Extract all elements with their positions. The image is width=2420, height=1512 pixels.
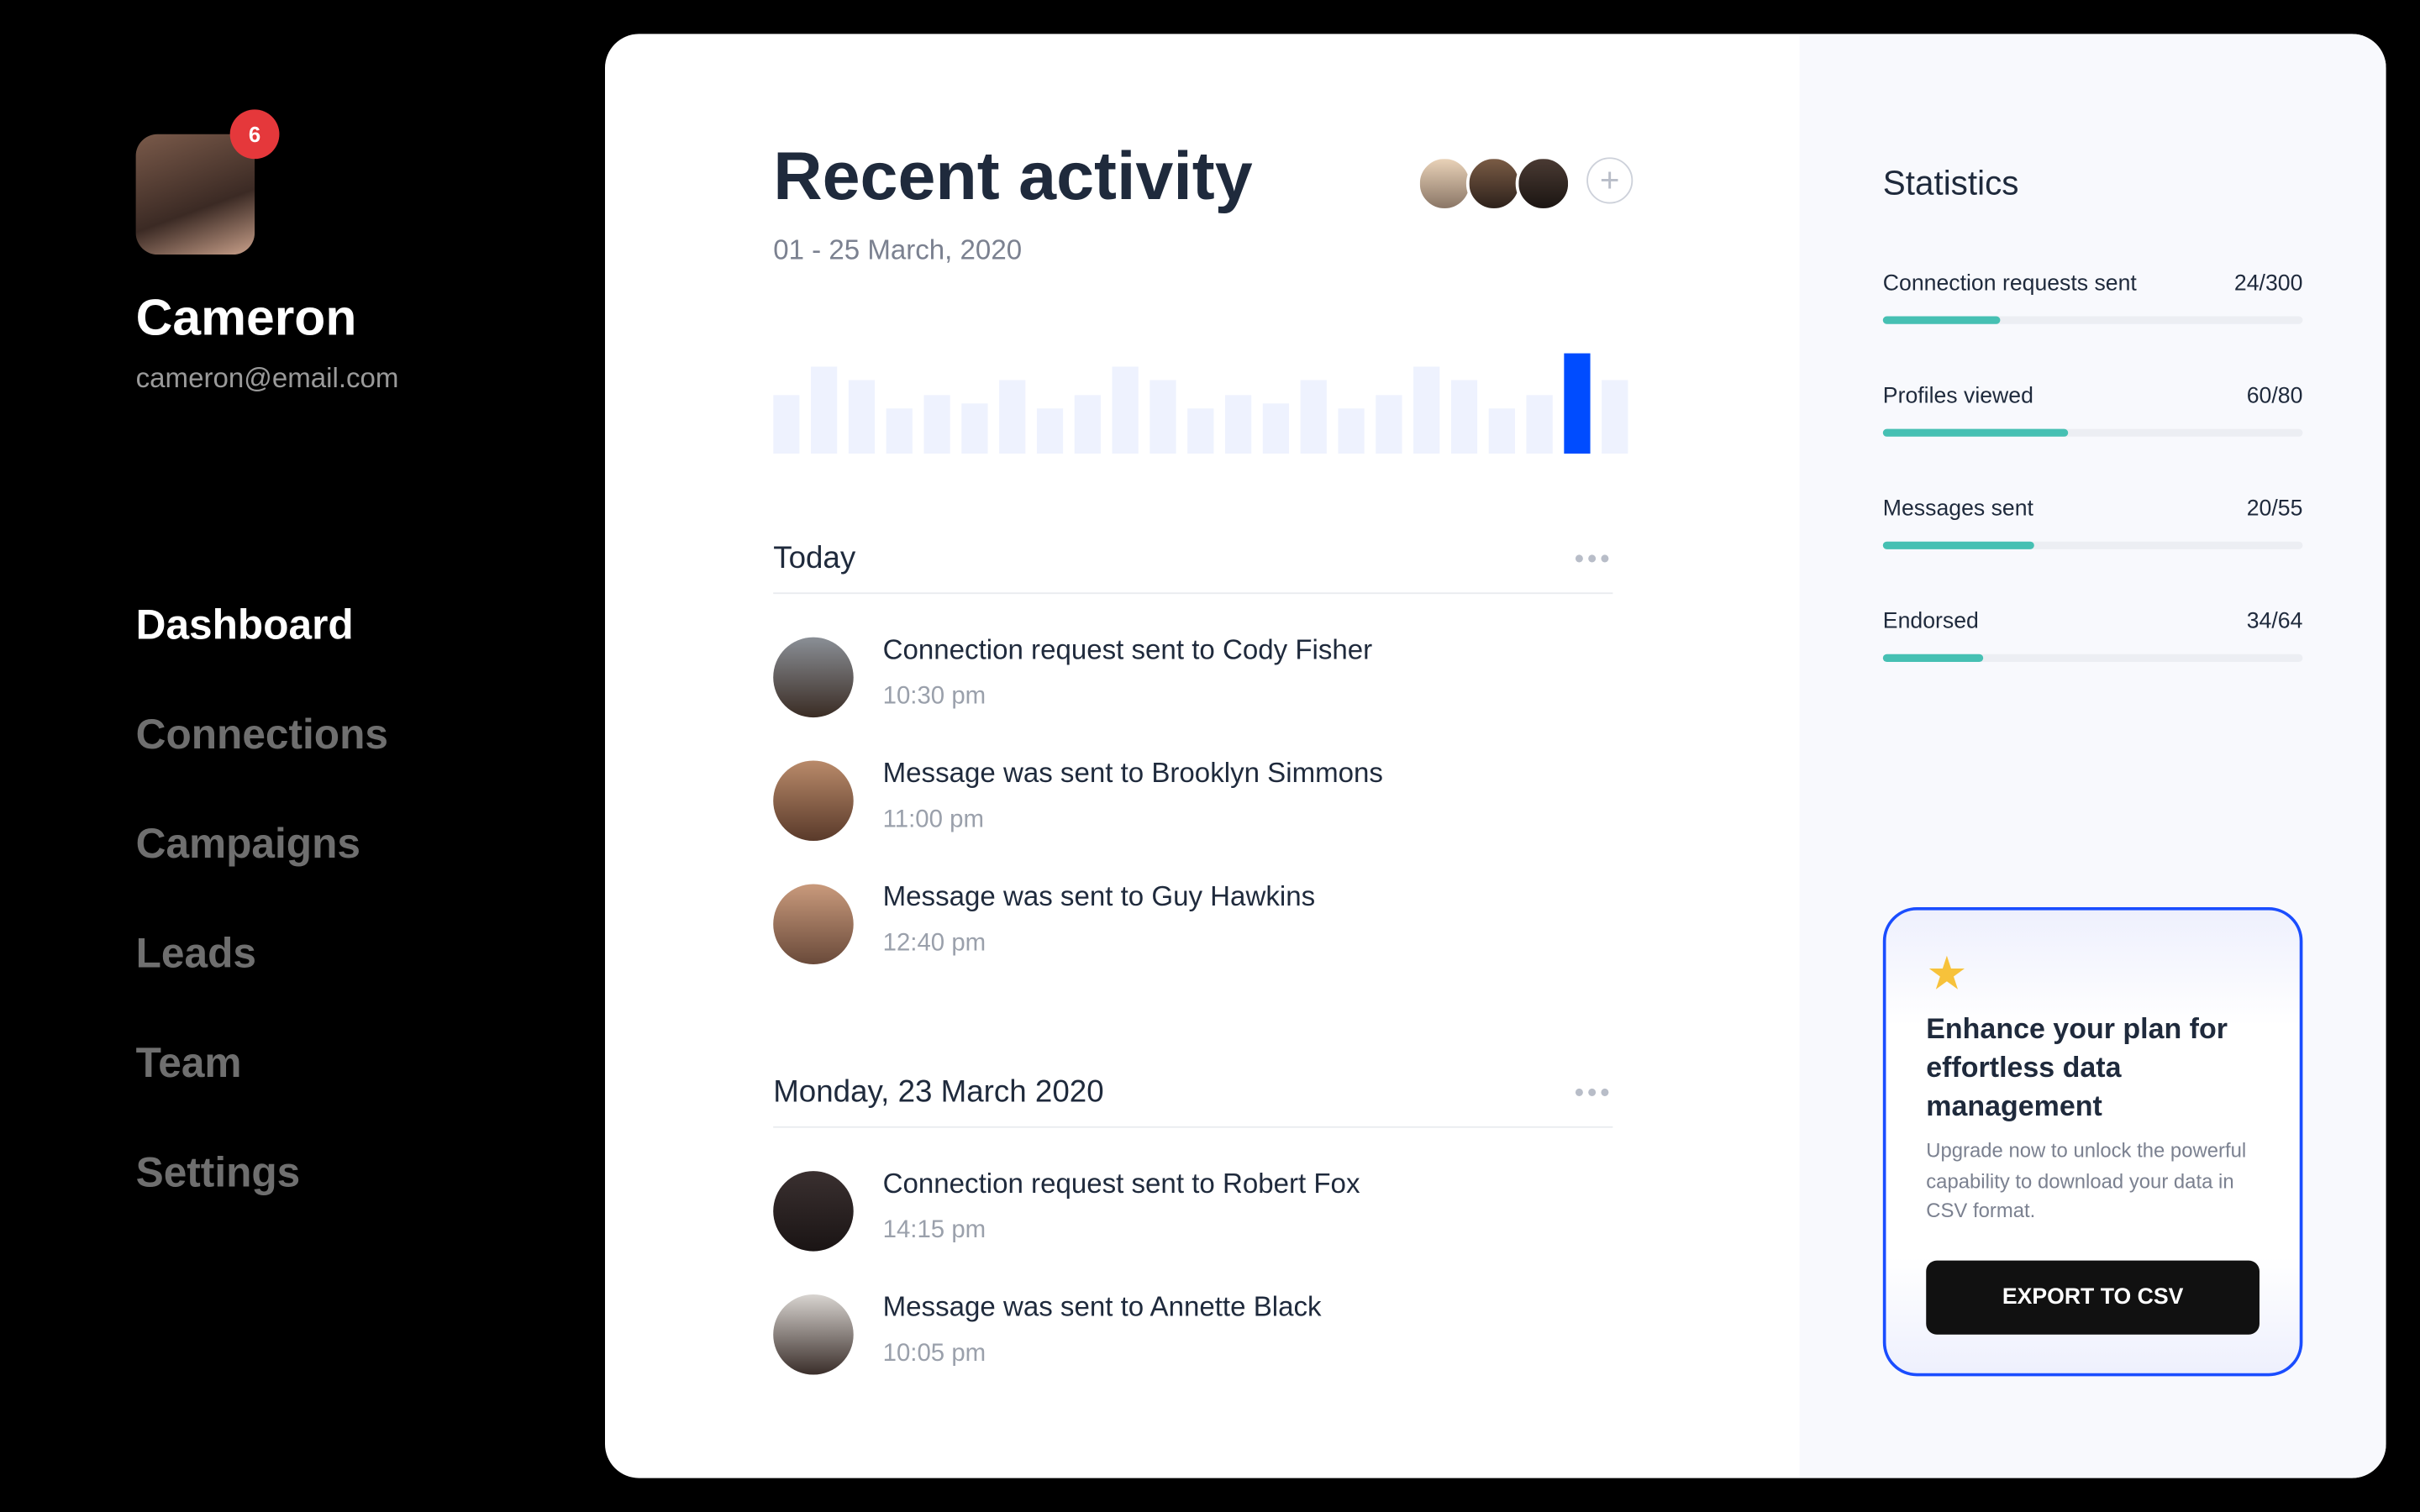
activity-section: Today ••• Connection request sent to Cody… [773,524,1613,964]
export-csv-button[interactable]: EXPORT TO CSV [1926,1260,2260,1335]
sidebar: 6 Cameron cameron@email.com Dashboard Co… [0,0,605,1512]
avatar[interactable] [1465,155,1523,212]
nav-menu: Dashboard Connections Campaigns Leads Te… [136,601,388,1258]
ellipsis-icon[interactable]: ••• [1575,543,1613,575]
chart-bar [923,395,950,454]
activity-text: Connection request sent to Robert Fox [882,1168,1360,1200]
stat-item: Profiles viewed 60/80 [1882,384,2303,437]
nav-item-connections[interactable]: Connections [136,711,388,821]
stat-label: Endorsed [1882,609,1979,634]
chart-bar [848,380,876,454]
chart-bar [1376,395,1402,454]
progress-track [1882,428,2303,437]
stat-label: Messages sent [1882,496,2033,522]
chart-bar [1036,408,1064,454]
page-title: Recent activity [773,139,1253,215]
chart-bar [961,403,988,454]
star-icon: ★ [1926,948,1968,1000]
activity-text: Connection request sent to Cody Fisher [882,633,1373,665]
chart-bar [1488,408,1515,454]
avatar [773,884,854,964]
ellipsis-icon[interactable]: ••• [1575,1076,1613,1109]
upgrade-description: Upgrade now to unlock the powerful capab… [1926,1138,2247,1222]
progress-track [1882,316,2303,324]
nav-item-dashboard[interactable]: Dashboard [136,601,388,711]
app: 6 Cameron cameron@email.com Dashboard Co… [0,0,2420,1512]
nav-item-team[interactable]: Team [136,1040,388,1149]
activity-time: 10:05 pm [882,1341,986,1368]
chart-bar [999,380,1026,454]
main-panel: Recent activity 01 - 25 March, 2020 + To… [604,34,2386,1478]
list-item[interactable]: Message was sent to Guy Hawkins 12:40 pm [773,880,1612,964]
progress-fill [1882,654,1984,662]
nav-item-campaigns[interactable]: Campaigns [136,821,388,930]
chart-bar [1150,380,1176,454]
activity-time: 11:00 pm [882,806,984,833]
activity-section: Monday, 23 March 2020 ••• Connection requ… [773,1058,1613,1375]
user-name: Cameron [135,288,357,346]
chart-bar [1338,408,1365,454]
chart-bar [1450,380,1478,454]
statistics-title: Statistics [1882,163,2019,202]
date-range: 01 - 25 March, 2020 [773,234,1023,265]
stat-item: Messages sent 20/55 [1882,496,2303,549]
list-item[interactable]: Connection request sent to Robert Fox 14:… [773,1168,1612,1252]
chart-bar [1526,395,1553,454]
nav-item-leads[interactable]: Leads [136,931,388,1040]
chart-bar [1413,366,1440,454]
chart-bar [773,395,800,454]
chart-bar [1187,408,1214,454]
avatar[interactable] [1417,155,1473,212]
avatar [773,637,854,718]
chart-bar [1112,366,1139,454]
chart-bar [1224,395,1252,454]
progress-fill [1882,428,2068,437]
progress-track [1882,541,2303,549]
chart-bar [886,408,913,454]
stat-label: Profiles viewed [1882,384,2033,409]
upgrade-card: ★ Enhance your plan for effortless data … [1882,906,2303,1377]
avatar [773,1294,854,1375]
nav-item-settings[interactable]: Settings [136,1149,388,1258]
statistics-panel: Statistics Connection requests sent 24/30… [1799,34,2386,1478]
stat-label: Connection requests sent [1882,271,2137,297]
progress-fill [1882,541,2034,549]
chart-bar [811,366,838,454]
stat-value: 24/300 [2233,271,2303,297]
user-email: cameron@email.com [135,362,399,394]
section-heading: Monday, 23 March 2020 [773,1074,1104,1109]
chart-bar [1262,403,1290,454]
chart-bar-highlighted [1564,353,1591,454]
activity-bar-chart [773,353,1628,454]
stat-value: 20/55 [2246,496,2303,522]
upgrade-heading: Enhance your plan for effortless data ma… [1926,1011,2228,1122]
activity-text: Message was sent to Guy Hawkins [882,880,1316,912]
chart-bar [1300,380,1327,454]
chart-bar [1074,395,1101,454]
section-heading: Today [773,540,856,575]
notification-badge: 6 [229,109,280,160]
activity-text: Message was sent to Brooklyn Simmons [882,757,1383,789]
avatar [773,760,854,842]
activity-time: 14:15 pm [882,1217,986,1244]
stat-value: 34/64 [2246,609,2303,634]
avatar[interactable] [1515,155,1571,212]
activity-text: Message was sent to Annette Black [882,1291,1322,1323]
list-item[interactable]: Message was sent to Annette Black 10:05 p… [773,1291,1612,1375]
activity-time: 10:30 pm [882,683,986,710]
list-item[interactable]: Connection request sent to Cody Fisher 10… [773,634,1612,718]
avatar[interactable] [135,134,255,255]
team-avatars: + [1417,155,1634,212]
chart-bar [1602,380,1628,454]
stat-item: Connection requests sent 24/300 [1882,271,2303,324]
activity-time: 12:40 pm [882,930,986,957]
stat-item: Endorsed 34/64 [1882,609,2303,662]
list-item[interactable]: Message was sent to Brooklyn Simmons 11:0… [773,757,1612,842]
progress-track [1882,654,2303,662]
progress-fill [1882,316,2001,324]
avatar [773,1171,854,1252]
stat-value: 60/80 [2246,384,2303,409]
plus-circle-icon[interactable]: + [1586,157,1634,204]
